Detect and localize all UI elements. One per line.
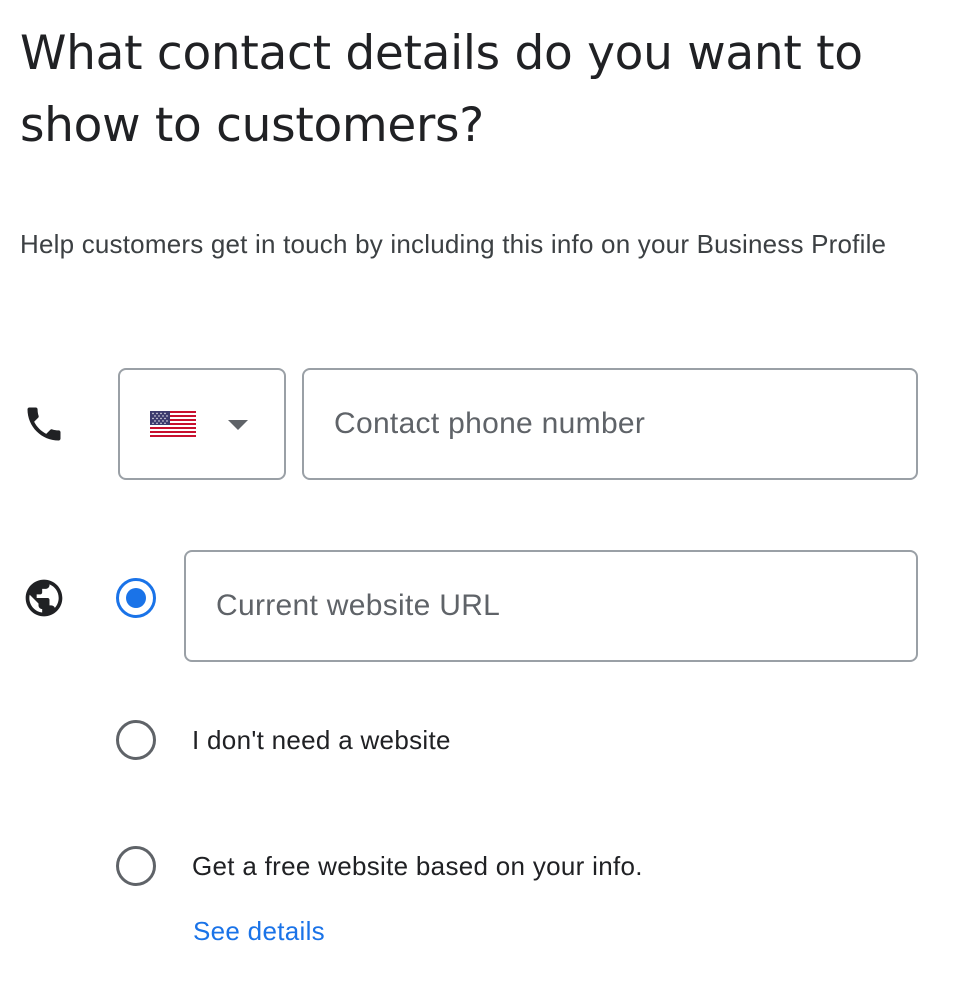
website-url-field[interactable]: [184, 550, 918, 662]
website-url-input[interactable]: [216, 552, 896, 660]
radio-free-website[interactable]: [116, 846, 156, 886]
country-code-select[interactable]: [118, 368, 286, 480]
page-subtitle: Help customers get in touch by including…: [20, 229, 887, 259]
phone-number-field[interactable]: [302, 368, 918, 480]
phone-number-input[interactable]: [334, 370, 896, 478]
globe-icon: [22, 576, 66, 620]
us-flag-icon: [150, 411, 196, 437]
radio-current-website[interactable]: [116, 578, 156, 618]
free-website-label[interactable]: Get a free website based on your info.: [192, 846, 643, 886]
page-title: What contact details do you want to show…: [20, 26, 863, 153]
phone-icon: [22, 402, 66, 446]
chevron-down-icon: [228, 420, 248, 430]
radio-no-website[interactable]: [116, 720, 156, 760]
see-details-link[interactable]: See details: [193, 911, 325, 951]
no-website-label[interactable]: I don't need a website: [192, 720, 451, 760]
